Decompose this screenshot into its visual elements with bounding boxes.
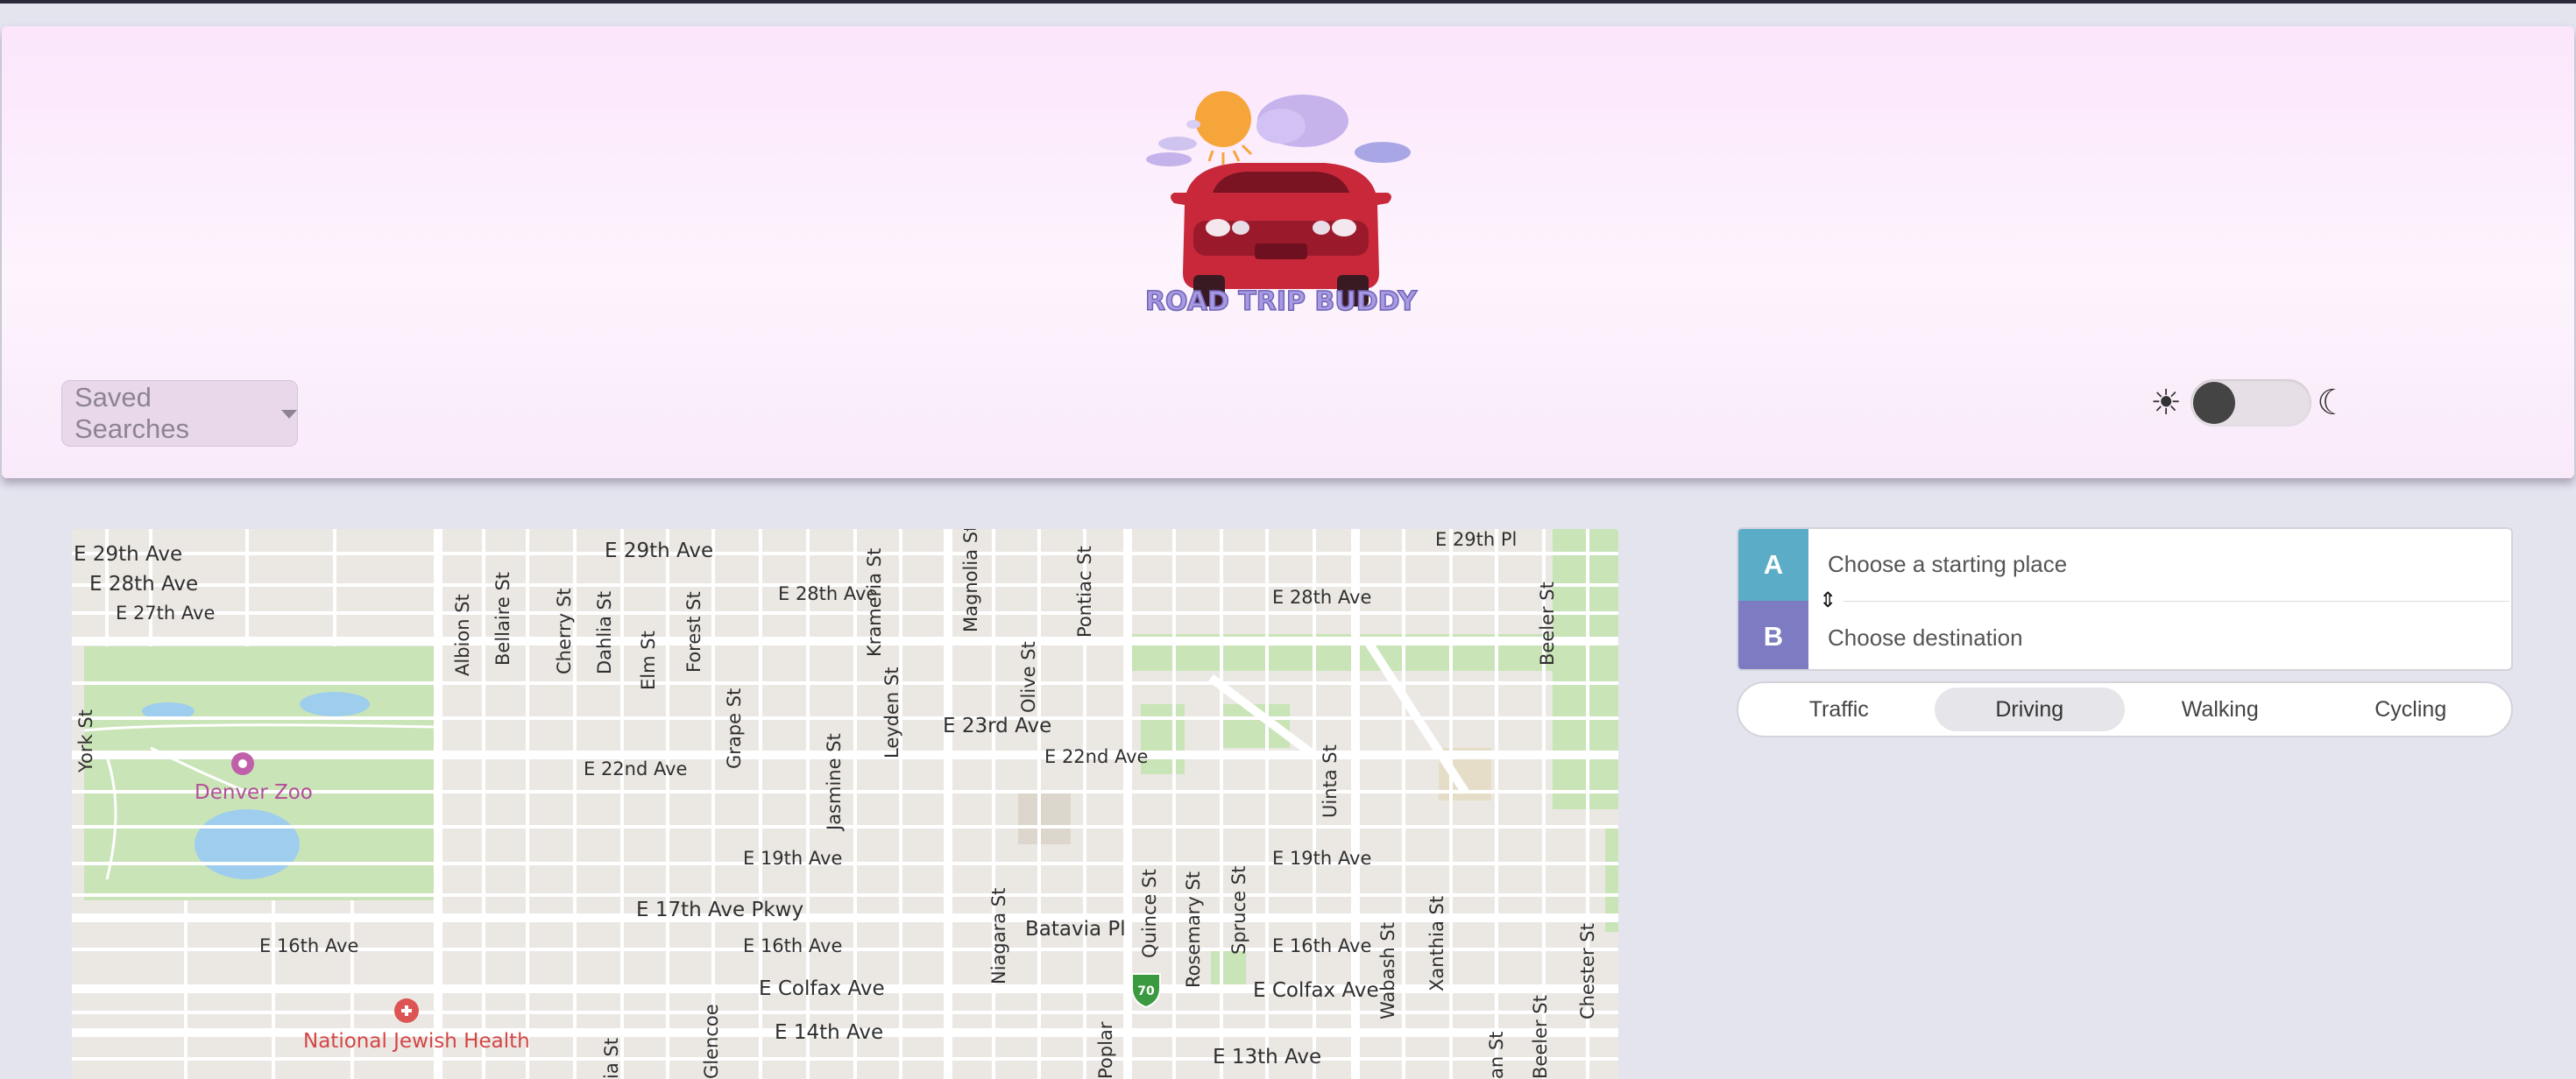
street-label: an St bbox=[1486, 1031, 1507, 1079]
street-label: Pontiac St bbox=[1074, 546, 1095, 638]
street-label: E 28th Ave bbox=[89, 573, 199, 596]
street-label: E 29th Ave bbox=[74, 543, 183, 566]
toggle-knob bbox=[2193, 382, 2235, 424]
window-top-edge bbox=[0, 0, 2576, 4]
street-label: Uinta St bbox=[1320, 744, 1341, 818]
street-label: Rosemary St bbox=[1183, 871, 1204, 988]
street-label: E 28th Ave bbox=[1272, 587, 1372, 608]
street-label: E 29th Ave bbox=[605, 540, 714, 562]
road-trip-buddy-logo: ROAD TRIP BUDDY bbox=[1144, 91, 1419, 318]
street-label: E 22nd Ave bbox=[1044, 746, 1149, 767]
dark-mode-toggle[interactable] bbox=[2190, 379, 2311, 427]
mode-driving[interactable]: Driving bbox=[1934, 688, 2125, 731]
street-label: Albion St bbox=[452, 594, 473, 676]
travel-mode-selector: Traffic Driving Walking Cycling bbox=[1737, 681, 2513, 737]
street-label: Wabash St bbox=[1377, 922, 1398, 1019]
svg-text:70: 70 bbox=[1137, 984, 1155, 998]
street-label: Spruce St bbox=[1228, 865, 1249, 955]
street-label: Grape St bbox=[724, 688, 745, 769]
poi-label-hospital: National Jewish Health bbox=[303, 1030, 530, 1053]
street-label: Magnolia St bbox=[960, 529, 981, 632]
street-label: Dahlia St bbox=[594, 590, 615, 674]
theme-toggle-group: ☀ ☾ bbox=[2147, 378, 2348, 427]
mode-traffic[interactable]: Traffic bbox=[1744, 688, 1935, 731]
street-label: E 27th Ave bbox=[116, 603, 216, 624]
street-label: E 14th Ave bbox=[775, 1021, 884, 1044]
street-label: Glencoe bbox=[701, 1004, 722, 1079]
lake bbox=[195, 809, 300, 879]
street-label: Beeler St bbox=[1537, 582, 1558, 666]
street-label: E 16th Ave bbox=[259, 935, 359, 956]
street-label: Elm St bbox=[638, 631, 659, 690]
street-label: E 28th Ave bbox=[778, 583, 878, 604]
saved-searches-dropdown[interactable]: Saved Searches bbox=[61, 380, 298, 447]
street-label: E 22nd Ave bbox=[584, 758, 688, 779]
street-label: Beeler St bbox=[1530, 995, 1551, 1079]
poi-label-zoo: Denver Zoo bbox=[195, 781, 313, 804]
route-input-panel: A B ⇕ bbox=[1737, 527, 2513, 671]
street-label: Bellaire St bbox=[492, 571, 513, 666]
street-label: E 29th Pl bbox=[1435, 529, 1518, 550]
street-label: York St bbox=[75, 709, 96, 772]
destination-input[interactable] bbox=[1808, 603, 2511, 669]
mode-walking[interactable]: Walking bbox=[2125, 688, 2316, 731]
street-label: Batavia Pl bbox=[1025, 918, 1126, 941]
street-label: E 13th Ave bbox=[1213, 1046, 1322, 1068]
svg-text:ROAD TRIP BUDDY: ROAD TRIP BUDDY bbox=[1145, 286, 1418, 317]
street-label: E 16th Ave bbox=[1272, 935, 1372, 956]
street-label: ia St bbox=[601, 1038, 622, 1079]
moon-icon: ☾ bbox=[2317, 384, 2348, 422]
app-header: ROAD TRIP BUDDY Saved Searches ☀ ☾ bbox=[2, 26, 2574, 478]
map-view[interactable]: 70 E 29th Ave E 28th Ave E 27th Ave E 29… bbox=[72, 529, 1618, 1079]
street-label: E 19th Ave bbox=[743, 848, 843, 869]
street-label: E 16th Ave bbox=[743, 935, 843, 956]
street-label: Niagara St bbox=[988, 887, 1009, 984]
mode-cycling[interactable]: Cycling bbox=[2316, 688, 2507, 731]
street-label: E 17th Ave Pkwy bbox=[636, 899, 804, 921]
street-label: Xanthia St bbox=[1426, 895, 1447, 991]
destination-marker: B bbox=[1738, 601, 1808, 669]
street-label: Forest St bbox=[683, 591, 704, 673]
street-label: Quince St bbox=[1139, 869, 1160, 958]
street-label: E Colfax Ave bbox=[759, 977, 885, 1000]
input-divider bbox=[1844, 601, 2509, 602]
sun-icon: ☀ bbox=[2150, 384, 2182, 422]
start-marker: A bbox=[1738, 529, 1808, 601]
street-label: Poplar bbox=[1095, 1021, 1116, 1079]
street-label: Chester St bbox=[1577, 923, 1598, 1019]
saved-searches-label: Saved Searches bbox=[74, 382, 189, 444]
street-label: Leyden St bbox=[881, 666, 902, 758]
street-label: Krameria St bbox=[864, 547, 885, 657]
start-input[interactable] bbox=[1808, 529, 2511, 599]
chevron-down-icon bbox=[281, 410, 297, 419]
street-label: E Colfax Ave bbox=[1253, 979, 1379, 1002]
street-label: Cherry St bbox=[554, 588, 575, 674]
street-label: Jasmine St bbox=[824, 733, 845, 830]
street-label: E 19th Ave bbox=[1272, 848, 1372, 869]
street-label: Olive St bbox=[1018, 641, 1039, 713]
street-label: E 23rd Ave bbox=[943, 715, 1052, 737]
